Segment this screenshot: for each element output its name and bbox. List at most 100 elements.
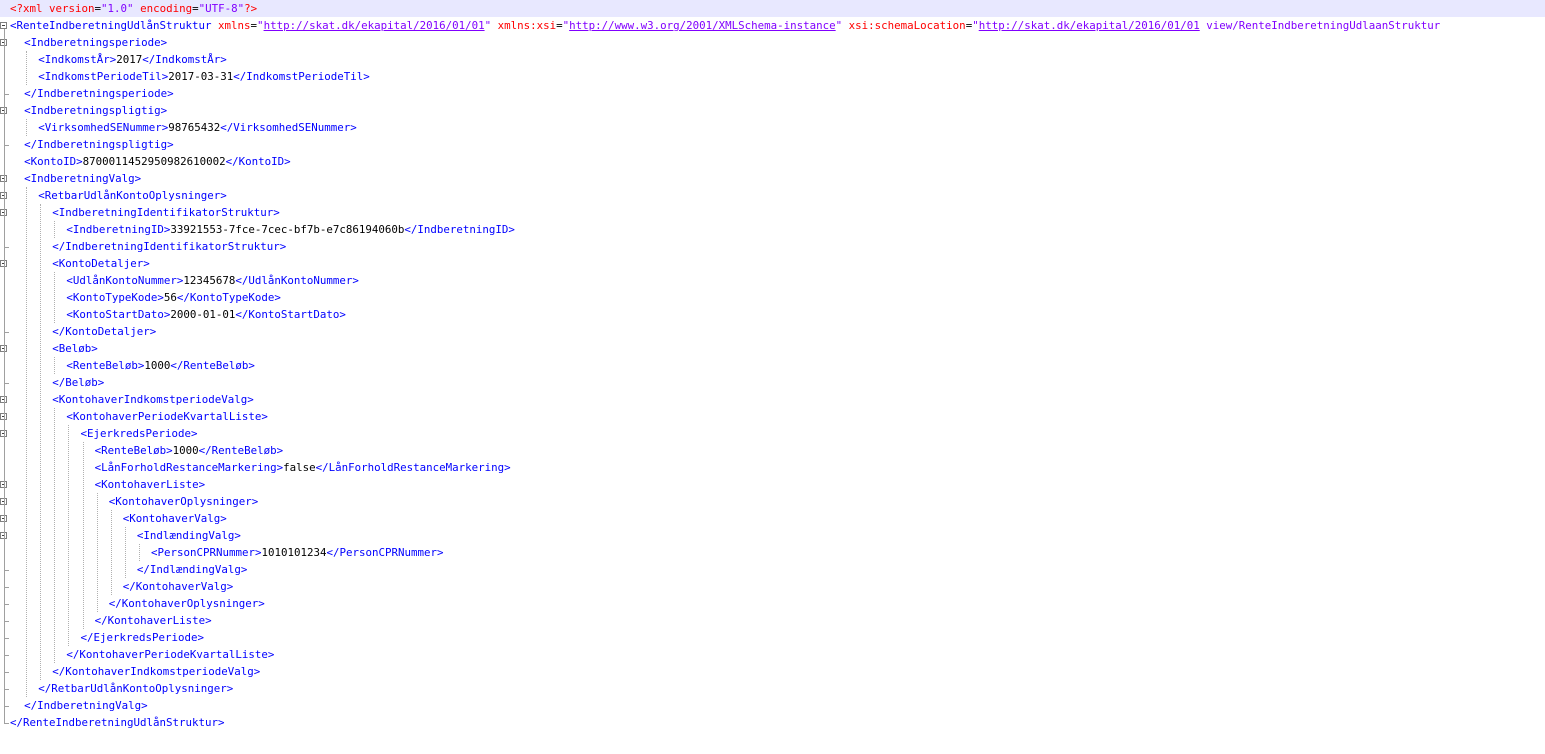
token-tag: <IndberetningID> <box>66 223 171 236</box>
code-line[interactable]: <Beløb> <box>52 340 98 357</box>
code-line[interactable]: <KontoDetaljer> <box>52 255 150 272</box>
token-txt: 1010101234 <box>261 546 327 559</box>
indent-guide <box>54 272 55 323</box>
token-tag: <KontohaverValg> <box>122 512 227 525</box>
indent-guide <box>26 187 27 697</box>
token-tag: </KontoDetaljer> <box>52 325 157 338</box>
indent-guide <box>26 119 27 136</box>
fold-toggle-icon[interactable] <box>0 22 7 29</box>
token-tag: </RenteIndberetningUdlånStruktur> <box>10 716 225 729</box>
code-line[interactable]: <KontohaverIndkomstperiodeValg> <box>52 391 254 408</box>
token-url: http://skat.dk/ekapital/2016/01/01 <box>263 19 485 32</box>
code-line[interactable]: </IndberetningValg> <box>24 697 148 714</box>
token-tag: </IndberetningID> <box>404 223 515 236</box>
token-txt: 98765432 <box>168 121 221 134</box>
token-tag: </Indberetningsperiode> <box>24 87 174 100</box>
code-line[interactable]: <RenteIndberetningUdlånStruktur xmlns="h… <box>10 17 1440 34</box>
code-line[interactable]: <KontohaverListe> <box>95 476 206 493</box>
token-tag: <RenteBeløb> <box>66 359 145 372</box>
code-line[interactable]: </KontohaverListe> <box>95 612 212 629</box>
code-line[interactable]: </EjerkredsPeriode> <box>81 629 205 646</box>
code-line[interactable]: </KontohaverIndkomstperiodeValg> <box>52 663 260 680</box>
code-line[interactable]: <IndberetningValg> <box>24 170 141 187</box>
token-tag: <PersonCPRNummer> <box>151 546 262 559</box>
token-tag: <KontoTypeKode> <box>66 291 164 304</box>
code-line[interactable]: <KontohaverValg> <box>123 510 227 527</box>
indent-guide <box>68 425 69 646</box>
code-line[interactable]: <VirksomhedSENummer>98765432</Virksomhed… <box>38 119 357 136</box>
token-tag: <RenteIndberetningUdlånStruktur <box>10 19 212 32</box>
token-tag: <VirksomhedSENummer> <box>38 121 169 134</box>
code-line[interactable]: <IndberetningIdentifikatorStruktur> <box>52 204 280 221</box>
code-line[interactable]: </RetbarUdlånKontoOplysninger> <box>38 680 233 697</box>
code-line[interactable]: <PersonCPRNummer>1010101234</PersonCPRNu… <box>151 544 444 561</box>
token-pi: <?xml <box>10 2 50 15</box>
token-tag: <UdlånKontoNummer> <box>66 274 184 287</box>
code-line[interactable]: <IndkomstÅr>2017</IndkomstÅr> <box>38 51 227 68</box>
token-tag: </IndberetningValg> <box>24 699 148 712</box>
code-line[interactable]: <?xml version="1.0" encoding="UTF-8"?> <box>10 0 257 17</box>
token-tag: </VirksomhedSENummer> <box>220 121 357 134</box>
token-tag: </EjerkredsPeriode> <box>80 631 205 644</box>
indent-guide <box>125 527 126 578</box>
code-line[interactable]: <RenteBeløb>1000</RenteBeløb> <box>66 357 255 374</box>
xml-editor[interactable]: <?xml version="1.0" encoding="UTF-8"?> <R… <box>0 0 1545 754</box>
token-tag: </RenteBeløb> <box>170 359 255 372</box>
token-tag: <KontoDetaljer> <box>52 257 150 270</box>
token-tag: </KontoTypeKode> <box>176 291 281 304</box>
token-url: http://www.w3.org/2001/XMLSchema-instanc… <box>569 19 836 32</box>
token-tag: <IndberetningIdentifikatorStruktur> <box>52 206 280 219</box>
token-tag: </UdlånKontoNummer> <box>235 274 359 287</box>
token-val: "1.0" <box>101 2 134 15</box>
code-line[interactable]: <LånForholdRestanceMarkering>false</LånF… <box>95 459 511 476</box>
token-tag: </RetbarUdlånKontoOplysninger> <box>38 682 234 695</box>
code-line[interactable]: </KontohaverValg> <box>123 578 234 595</box>
indent-guide <box>54 221 55 238</box>
code-line[interactable]: </Indberetningsperiode> <box>24 85 174 102</box>
code-line[interactable]: </Beløb> <box>52 374 104 391</box>
code-line[interactable]: <IndkomstPeriodeTil>2017-03-31</Indkomst… <box>38 68 370 85</box>
token-tag: <Indberetningspligtig> <box>24 104 168 117</box>
token-tag: <EjerkredsPeriode> <box>80 427 198 440</box>
code-line[interactable]: <KontoStartDato>2000-01-01</KontoStartDa… <box>66 306 346 323</box>
code-line[interactable]: <KontoTypeKode>56</KontoTypeKode> <box>66 289 281 306</box>
code-line[interactable]: <UdlånKontoNummer>12345678</UdlånKontoNu… <box>66 272 359 289</box>
token-attr: xmlns:xsi <box>491 19 557 32</box>
code-line[interactable]: </KontohaverPeriodeKvartalListe> <box>66 646 274 663</box>
token-attr: xsi:schemaLocation <box>842 19 966 32</box>
code-line[interactable]: <Indberetningspligtig> <box>24 102 167 119</box>
token-tag: <IndkomstÅr> <box>38 53 117 66</box>
token-attr: version <box>49 2 95 15</box>
code-line[interactable]: </KontohaverOplysninger> <box>109 595 265 612</box>
fold-gutter-line <box>4 29 5 723</box>
indent-guide <box>111 510 112 595</box>
code-line[interactable]: <Indberetningsperiode> <box>24 34 167 51</box>
code-line[interactable]: <KontohaverPeriodeKvartalListe> <box>66 408 268 425</box>
code-line[interactable]: <RetbarUdlånKontoOplysninger> <box>38 187 227 204</box>
token-val: "UTF-8" <box>198 2 245 15</box>
code-line[interactable]: </IndlændingValg> <box>137 561 248 578</box>
token-tag: </KontohaverPeriodeKvartalListe> <box>66 648 275 661</box>
token-tag: </KontohaverIndkomstperiodeValg> <box>52 665 261 678</box>
code-line[interactable]: <KontohaverOplysninger> <box>109 493 259 510</box>
token-tag: </IndkomstÅr> <box>142 53 227 66</box>
token-tag: <KontohaverListe> <box>94 478 206 491</box>
code-line[interactable]: <IndlændingValg> <box>137 527 241 544</box>
code-line[interactable]: <RenteBeløb>1000</RenteBeløb> <box>95 442 284 459</box>
code-line[interactable]: <IndberetningID>33921553-7fce-7cec-bf7b-… <box>66 221 515 238</box>
token-tag: <LånForholdRestanceMarkering> <box>94 461 284 474</box>
token-tag: </RenteBeløb> <box>198 444 284 457</box>
token-tag: </IndkomstPeriodeTil> <box>233 70 370 83</box>
token-tag: </PersonCPRNummer> <box>326 546 444 559</box>
code-line[interactable]: <KontoID>8700011452950982610002</KontoID… <box>24 153 291 170</box>
code-line[interactable]: </Indberetningspligtig> <box>24 136 174 153</box>
token-tag: </KontohaverOplysninger> <box>108 597 265 610</box>
token-txt: false <box>283 461 316 474</box>
code-line[interactable]: </IndberetningIdentifikatorStruktur> <box>52 238 286 255</box>
code-line[interactable]: </KontoDetaljer> <box>52 323 156 340</box>
token-tag: <Beløb> <box>52 342 98 355</box>
token-txt: 33921553-7fce-7cec-bf7b-e7c86194060b <box>170 223 405 236</box>
token-tag: </Beløb> <box>52 376 105 389</box>
code-line[interactable]: <EjerkredsPeriode> <box>81 425 198 442</box>
code-line[interactable]: </RenteIndberetningUdlånStruktur> <box>10 714 225 731</box>
